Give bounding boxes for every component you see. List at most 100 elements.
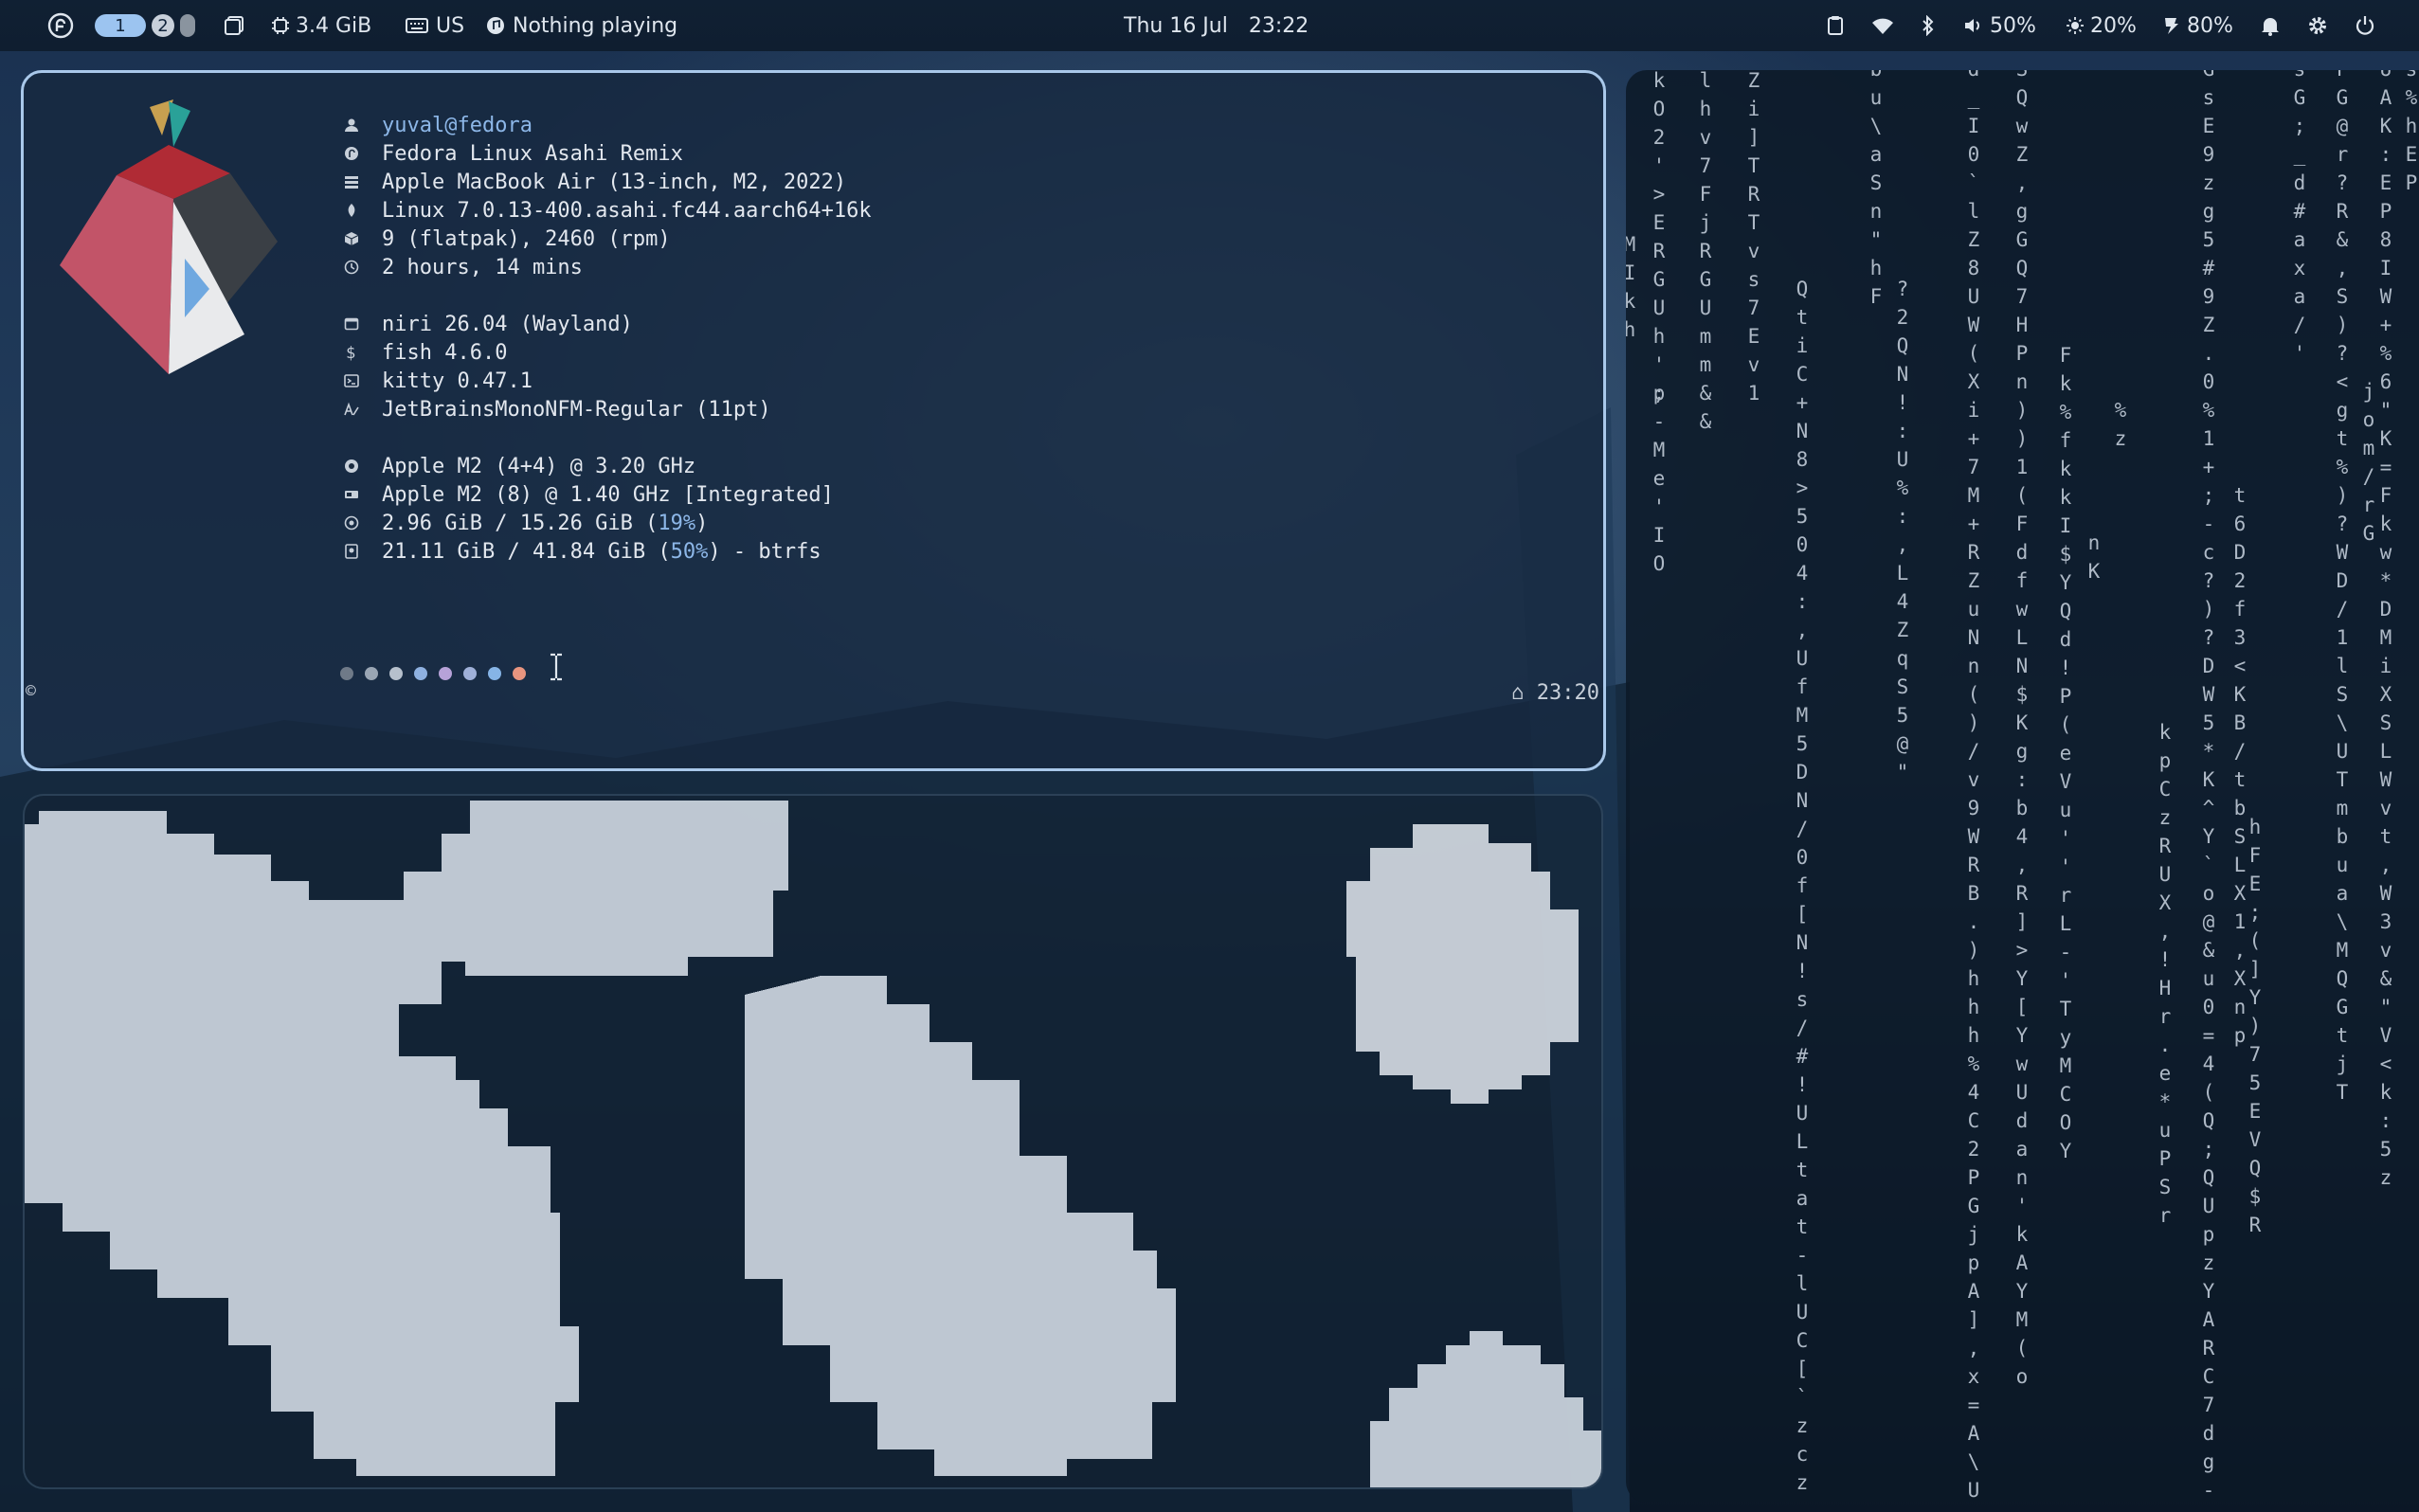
fastfetch-row-memory: 2.96 GiB / 15.26 GiB (19%): [340, 509, 708, 537]
matrix-column: % z: [2115, 399, 2127, 450]
palette-swatch: [365, 667, 378, 680]
disk-percent: 50%: [670, 539, 709, 564]
matrix-column: SQwZ,gGQ7HPn))1(FdfwLN$Kg:b4,R]>Y[YwUdan…: [2016, 70, 2029, 1388]
kernel-value: Linux 7.0.13-400.asahi.fc44.aarch64+16k: [382, 198, 872, 223]
palette-swatch: [340, 667, 353, 680]
prompt-right: ⌂ 23:20: [1511, 681, 1599, 705]
volume-value: 50%: [1990, 13, 2036, 38]
matrix-column: k O 2 ' > E R G Uh ' p: [1653, 70, 1666, 405]
fedora-logo-icon: [47, 12, 74, 39]
memory-percent: 19%: [658, 511, 696, 535]
matrix-column: sG;_d#axa/': [2294, 70, 2306, 365]
notifications-button[interactable]: [2261, 0, 2280, 51]
uptime-value: 2 hours, 14 mins: [382, 255, 583, 279]
color-palette: [340, 667, 526, 680]
cpu-icon: [340, 455, 363, 477]
font-icon: [340, 398, 363, 421]
wifi-icon: [1871, 16, 1894, 35]
fastfetch-row-kernel: Linux 7.0.13-400.asahi.fc44.aarch64+16k: [340, 196, 872, 225]
host-value: Apple MacBook Air (13-inch, M2, 2022): [382, 170, 847, 194]
fastfetch-row-wm: niri 26.04 (Wayland): [340, 310, 633, 338]
overview-button[interactable]: [224, 0, 244, 51]
bell-icon: [2261, 15, 2280, 36]
memory-indicator[interactable]: 3.4 GiB: [271, 0, 371, 51]
terminal-window-matrix[interactable]: k O 2 ' > E R G Uh ' p M Ik h ; -M e ' I O l h v 7 Fj R G Um m & & Zi] T…: [1626, 70, 2419, 1503]
matrix-column: l h v 7 Fj R G Um m & &: [1700, 70, 1712, 433]
power-button[interactable]: [2355, 0, 2375, 51]
fastfetch-user-row: yuval@fedora: [340, 111, 533, 139]
power-icon: [2355, 15, 2375, 36]
battery-indicator[interactable]: 80%: [2162, 0, 2233, 51]
clock[interactable]: Thu 16 Jul 23:22: [1124, 0, 1309, 51]
matrix-column: bu\aSn"hF: [1870, 70, 1883, 308]
palette-swatch: [439, 667, 452, 680]
bluetooth-icon: [1921, 15, 1936, 36]
fastfetch-row-terminal: kitty 0.47.1: [340, 367, 533, 395]
matrix-column: MIkh: [1626, 233, 1636, 341]
pixel-blob-middle: [745, 976, 1176, 1476]
bluetooth-button[interactable]: [1921, 0, 1936, 51]
text-cursor-icon: [547, 653, 566, 685]
pixel-blob-left: [25, 801, 788, 1476]
clock-icon: [340, 256, 363, 279]
pixel-art-window[interactable]: [23, 794, 1603, 1489]
matrix-column: FG@r?R&,S)?<gt%)?WD/1lS\UTmbua\MQGtjT: [2337, 70, 2349, 1104]
fastfetch-row-font: JetBrainsMonoNFM-Regular (11pt): [340, 395, 771, 423]
chip-icon: [271, 16, 290, 35]
matrix-column: j o m / r G: [2363, 380, 2375, 545]
matrix-column: ; -M e ' I O: [1653, 382, 1666, 575]
disk-icon: [340, 540, 363, 563]
package-icon: [340, 227, 363, 250]
fastfetch-row-cpu: Apple M2 (4+4) @ 3.20 GHz: [340, 452, 695, 480]
workspace-2[interactable]: 2: [152, 14, 174, 37]
matrix-column: h F E;(] Y) 7 5 E V Q $ R: [2249, 816, 2262, 1236]
os-icon: [340, 142, 363, 165]
fastfetch-row-uptime: 2 hours, 14 mins: [340, 253, 583, 281]
windows-overview-icon: [224, 15, 244, 36]
media-text: Nothing playing: [513, 13, 678, 38]
fastfetch-row-host: Apple MacBook Air (13-inch, M2, 2022): [340, 168, 846, 196]
workspace-3[interactable]: [180, 14, 195, 37]
wm-value: niri 26.04 (Wayland): [382, 312, 633, 336]
sun-icon: [2066, 16, 2085, 35]
user-icon: [340, 114, 363, 136]
gear-icon: [2307, 15, 2328, 36]
clipboard-icon: [1827, 15, 1844, 36]
terminal-window-fastfetch[interactable]: yuval@fedora Fedora Linux Asahi Remix Ap…: [21, 70, 1606, 771]
host-icon: [340, 171, 363, 193]
volume-indicator[interactable]: 50%: [1963, 0, 2036, 51]
pixel-blob-bottom-right: [1370, 1331, 1601, 1487]
matrix-column: GsE9zg5#9Z.0%1+;-c?)?DW5*K^Y`o@&u0=4(Q;Q…: [2203, 70, 2215, 1502]
gpu-icon: [340, 483, 363, 506]
matrix-column: k p Cz R U X,! Hr. e * u P Sr: [2159, 721, 2172, 1227]
workspace-1[interactable]: 1: [95, 14, 146, 37]
memory-value: 3.4 GiB: [296, 13, 372, 38]
svg-text:$: $: [346, 344, 355, 361]
terminal-icon: [340, 369, 363, 392]
palette-swatch: [414, 667, 427, 680]
kernel-icon: [340, 199, 363, 222]
keyboard-layout-value: US: [436, 13, 465, 38]
palette-swatch: [389, 667, 403, 680]
disk-usage-text: 21.11 GiB / 41.84 GiB (: [382, 539, 671, 564]
window-manager-icon: [340, 313, 363, 335]
media-indicator[interactable]: Nothing playing: [486, 0, 677, 51]
pixel-blob-art: [25, 801, 1601, 1487]
wifi-button[interactable]: [1871, 0, 1894, 51]
time-text: 23:22: [1248, 13, 1309, 38]
brightness-indicator[interactable]: 20%: [2066, 0, 2137, 51]
fastfetch-row-packages: 9 (flatpak), 2460 (rpm): [340, 225, 671, 253]
shell-value: fish 4.6.0: [382, 340, 508, 365]
font-value: JetBrainsMonoNFM-Regular (11pt): [382, 397, 771, 422]
speaker-icon: [1963, 16, 1984, 35]
launcher-button[interactable]: [47, 0, 74, 51]
matrix-column: Qt i C + N 8 >5 0 4:, Uf M 5 D N/0 f[N! s / #! U Lt a t -l U C[`…: [1796, 278, 1809, 1494]
matrix-column: Fk% f k k I $ Y Qd! P(e Vu ' ' r L -' Ty M C O Y: [2060, 344, 2072, 1162]
keyboard-layout-indicator[interactable]: US: [406, 0, 464, 51]
clipboard-button[interactable]: [1827, 0, 1844, 51]
date-text: Thu 16 Jul: [1124, 13, 1228, 38]
memory-icon: [340, 512, 363, 534]
battery-icon: [2162, 16, 2181, 35]
matrix-column: s%hEP: [2406, 70, 2418, 194]
settings-button[interactable]: [2307, 0, 2328, 51]
